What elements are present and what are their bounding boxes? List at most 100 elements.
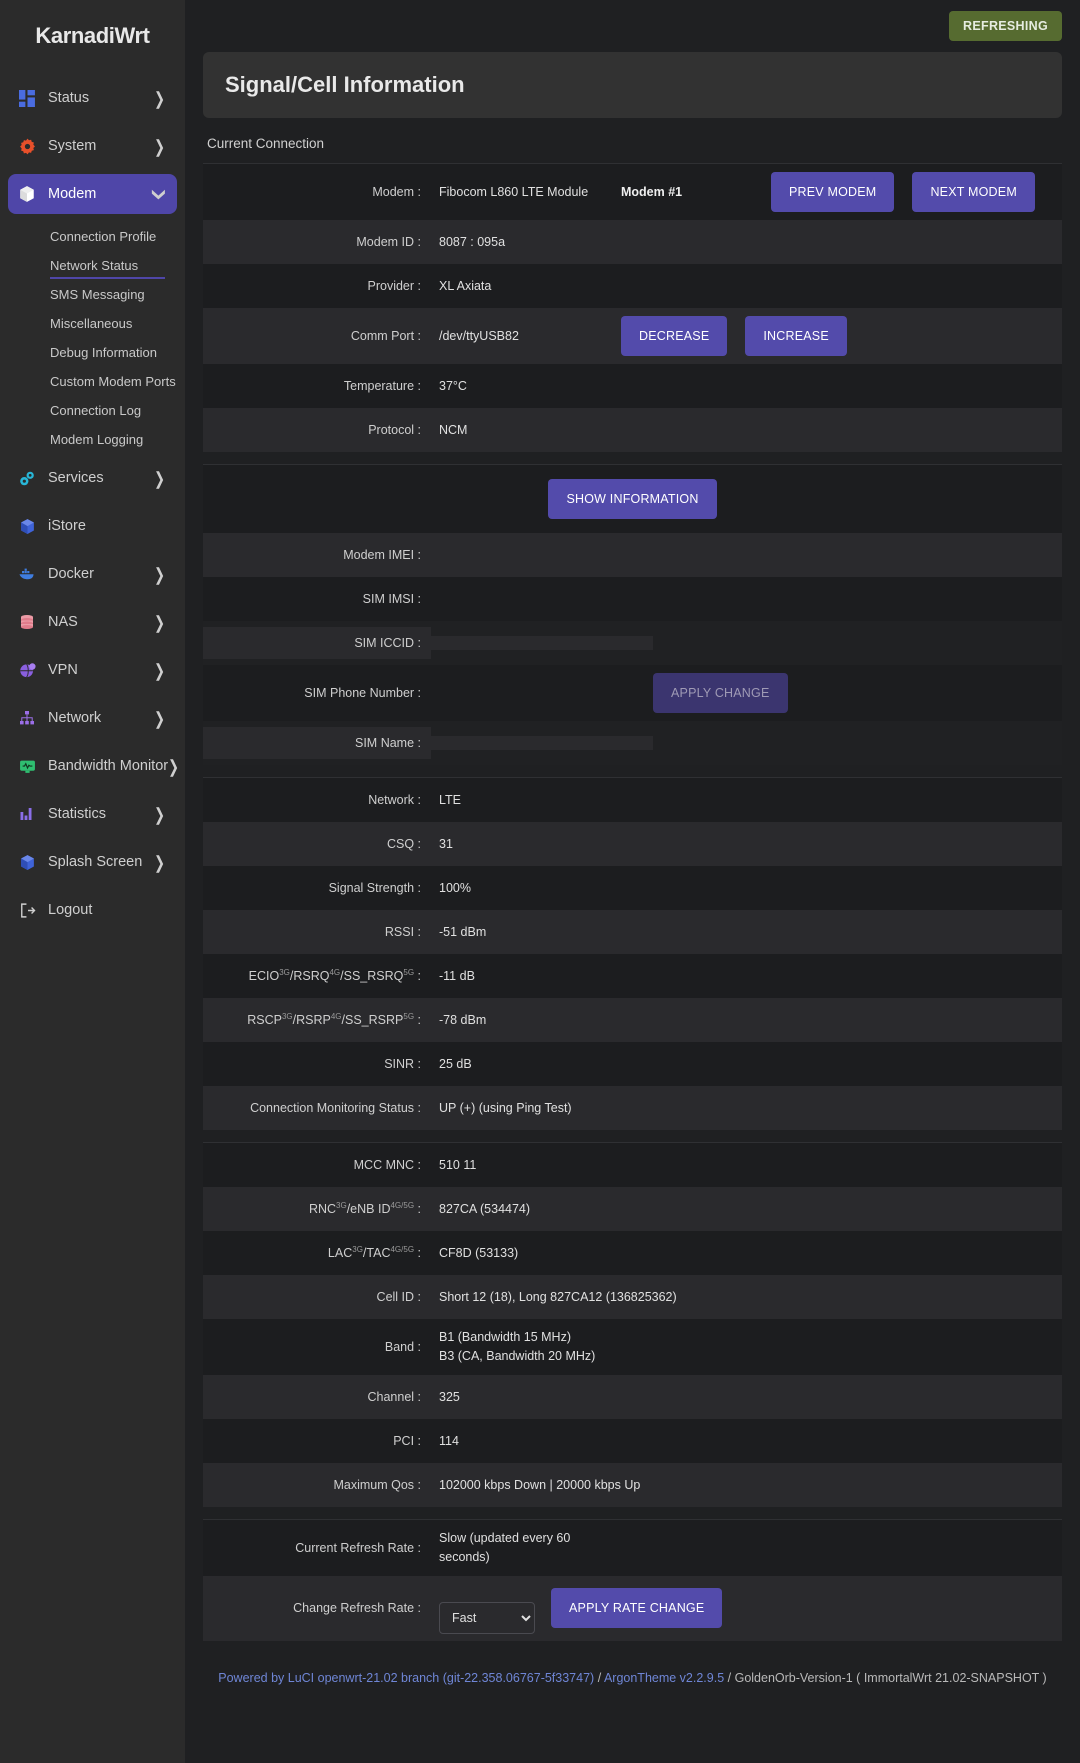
refresh-rate-select[interactable]: FastNormalSlow xyxy=(439,1601,535,1634)
sidebar-item-status[interactable]: Status ❯ xyxy=(8,78,177,118)
sidebar-item-label: iStore xyxy=(48,518,86,534)
argon-theme-link[interactable]: ArgonTheme v2.2.9.5 xyxy=(604,1671,724,1685)
sidebar: KarnadiWrt Status ❯ System ❯ Modem ❯ Con… xyxy=(0,0,185,1763)
sidebar-item-services[interactable]: Services ❯ xyxy=(8,458,177,498)
modem-subnav: Connection Profile Network Status SMS Me… xyxy=(8,222,177,458)
decrease-button[interactable]: DECREASE xyxy=(621,316,728,356)
table-row: RNC3G/eNB ID4G/5G : 827CA (534474) xyxy=(203,1187,1062,1231)
sidebar-item-splash-screen[interactable]: Splash Screen ❯ xyxy=(8,842,177,882)
sim-name-label: SIM Name : xyxy=(203,726,431,760)
band-value: B1 (Bandwidth 15 MHz) B3 (CA, Bandwidth … xyxy=(439,1330,596,1363)
sidebar-subitem-modem-logging[interactable]: Modem Logging xyxy=(8,425,177,454)
sim-name-value xyxy=(431,736,653,750)
table-row: Maximum Qos : 102000 kbps Down | 20000 k… xyxy=(203,1463,1062,1507)
sinr-label: SINR : xyxy=(384,1056,421,1071)
apply-rate-change-button[interactable]: APPLY RATE CHANGE xyxy=(551,1588,723,1629)
maximum-qos-label: Maximum Qos : xyxy=(333,1477,421,1492)
provider-label: Provider : xyxy=(367,278,422,293)
refresh-status-button[interactable]: REFRESHING xyxy=(949,11,1062,41)
table-row: Channel : 325 xyxy=(203,1375,1062,1419)
sidebar-item-system[interactable]: System ❯ xyxy=(8,126,177,166)
apply-rate-buttons: APPLY RATE CHANGE xyxy=(551,1580,723,1636)
table-row: RSCP3G/RSRP4G/SS_RSRP5G : -78 dBm xyxy=(203,998,1062,1042)
main-content: REFRESHING Signal/Cell Information Curre… xyxy=(185,0,1080,1763)
show-information-row: SHOW INFORMATION xyxy=(203,465,1062,533)
apply-change-button[interactable]: APPLY CHANGE xyxy=(653,673,788,713)
cell-id-label: Cell ID : xyxy=(376,1289,421,1304)
table-row: SINR : 25 dB xyxy=(203,1042,1062,1086)
sidebar-item-label: Docker xyxy=(48,566,94,582)
table-row: CSQ : 31 xyxy=(203,822,1062,866)
sidebar-item-label: System xyxy=(48,138,97,154)
sidebar-item-network[interactable]: Network ❯ xyxy=(8,698,177,738)
comm-port-value: /dev/ttyUSB82 xyxy=(439,328,519,343)
next-modem-button[interactable]: NEXT MODEM xyxy=(912,172,1035,212)
table-row: Cell ID : Short 12 (18), Long 827CA12 (1… xyxy=(203,1275,1062,1319)
protocol-value: NCM xyxy=(439,422,468,437)
table-row: Modem ID : 8087 : 095a xyxy=(203,220,1062,264)
sidebar-item-logout[interactable]: Logout xyxy=(8,890,177,930)
store-cube-icon xyxy=(16,515,38,537)
signal-strength-value: 100% xyxy=(439,880,471,895)
table-row: Comm Port : /dev/ttyUSB82 DECREASE INCRE… xyxy=(203,308,1062,364)
table-row: SIM IMSI : xyxy=(203,577,1062,621)
chevron-right-icon: ❯ xyxy=(154,563,165,585)
monitor-pulse-icon xyxy=(16,755,38,777)
sidebar-subitem-connection-profile[interactable]: Connection Profile xyxy=(8,222,177,251)
table-row: Protocol : NCM xyxy=(203,408,1062,452)
sidebar-item-vpn[interactable]: VPN ❯ xyxy=(8,650,177,690)
show-information-button[interactable]: SHOW INFORMATION xyxy=(548,479,717,519)
modem-label: Modem : xyxy=(372,184,421,199)
table-row: Band : B1 (Bandwidth 15 MHz) B3 (CA, Ban… xyxy=(203,1319,1062,1375)
vpn-globe-icon xyxy=(16,659,38,681)
sidebar-item-docker[interactable]: Docker ❯ xyxy=(8,554,177,594)
sidebar-item-nas[interactable]: NAS ❯ xyxy=(8,602,177,642)
signal-metrics-panel: Network : LTE CSQ : 31 Signal Strength :… xyxy=(203,777,1062,1130)
sidebar-subitem-network-status[interactable]: Network Status xyxy=(8,251,177,280)
modem-nav-buttons: PREV MODEM NEXT MODEM xyxy=(771,164,1035,220)
pci-label: PCI : xyxy=(393,1433,421,1448)
modem-imei-value xyxy=(431,548,1062,562)
logout-icon xyxy=(16,899,38,921)
main-nav: Status ❯ System ❯ Modem ❯ Connection Pro… xyxy=(0,72,185,930)
rsrq-value: -11 dB xyxy=(439,968,475,983)
sidebar-subitem-miscellaneous[interactable]: Miscellaneous xyxy=(8,309,177,338)
table-row: RSSI : -51 dBm xyxy=(203,910,1062,954)
increase-button[interactable]: INCREASE xyxy=(745,316,847,356)
sidebar-item-statistics[interactable]: Statistics ❯ xyxy=(8,794,177,834)
csq-label: CSQ : xyxy=(386,836,421,851)
sim-iccid-value xyxy=(431,636,653,650)
topbar: REFRESHING xyxy=(185,0,1080,52)
sidebar-subitem-custom-modem-ports[interactable]: Custom Modem Ports xyxy=(8,367,177,396)
chevron-right-icon: ❯ xyxy=(168,755,179,777)
network-value: LTE xyxy=(439,792,461,807)
protocol-label: Protocol : xyxy=(368,422,421,437)
sidebar-item-bandwidth-monitor[interactable]: Bandwidth Monitor ❯ xyxy=(8,746,179,786)
sinr-value: 25 dB xyxy=(439,1056,472,1071)
sidebar-item-istore[interactable]: iStore xyxy=(8,506,177,546)
table-row: PCI : 114 xyxy=(203,1419,1062,1463)
sim-info-panel: SHOW INFORMATION Modem IMEI : SIM IMSI :… xyxy=(203,464,1062,765)
page-header: Signal/Cell Information xyxy=(203,52,1062,118)
table-row: SIM ICCID : xyxy=(203,621,1062,665)
temperature-value: 37°C xyxy=(439,378,467,393)
luci-link[interactable]: Powered by LuCI openwrt-21.02 branch (gi… xyxy=(218,1671,594,1685)
sidebar-subitem-sms-messaging[interactable]: SMS Messaging xyxy=(8,280,177,309)
sidebar-item-modem[interactable]: Modem ❯ xyxy=(8,174,177,214)
prev-modem-button[interactable]: PREV MODEM xyxy=(771,172,895,212)
enb-id-value: 827CA (534474) xyxy=(439,1201,531,1216)
csq-value: 31 xyxy=(439,836,453,851)
channel-value: 325 xyxy=(439,1389,460,1404)
network-tree-icon xyxy=(16,707,38,729)
sidebar-item-label: Bandwidth Monitor xyxy=(48,758,169,774)
band-label: Band : xyxy=(384,1339,421,1354)
sidebar-subitem-debug-information[interactable]: Debug Information xyxy=(8,338,177,367)
sim-phone-label: SIM Phone Number : xyxy=(304,685,421,700)
table-row: Signal Strength : 100% xyxy=(203,866,1062,910)
current-refresh-rate-label: Current Refresh Rate : xyxy=(295,1540,421,1555)
sidebar-subitem-connection-log[interactable]: Connection Log xyxy=(8,396,177,425)
chevron-right-icon: ❯ xyxy=(154,611,165,633)
chevron-right-icon: ❯ xyxy=(154,707,165,729)
comm-port-buttons: DECREASE INCREASE xyxy=(621,308,847,364)
sidebar-item-label: Logout xyxy=(48,902,93,918)
